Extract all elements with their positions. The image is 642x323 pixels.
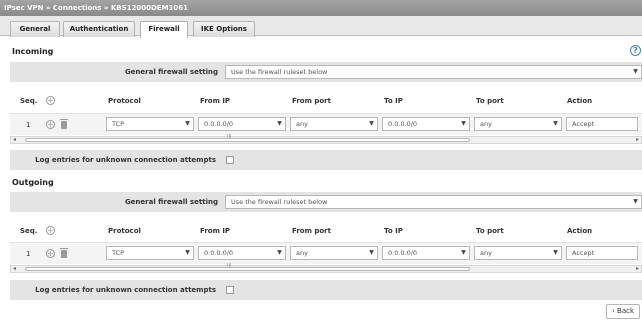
tab-general[interactable]: General xyxy=(10,21,60,37)
add-rule-icon[interactable]: + xyxy=(46,120,55,129)
incoming-col-seq: Seq. xyxy=(20,97,38,105)
scroll-right-icon[interactable]: ▸ xyxy=(636,265,639,272)
add-rule-icon[interactable]: + xyxy=(46,226,55,235)
incoming-to-ip-select[interactable]: 0.0.0.0/0 ▼ xyxy=(382,117,470,131)
incoming-from-ip-select[interactable]: 0.0.0.0/0 ▼ xyxy=(198,117,286,131)
protocol-value: TCP xyxy=(112,249,125,257)
from-ip-value: 0.0.0.0/0 xyxy=(204,249,234,257)
back-button[interactable]: ‹ Back xyxy=(606,304,640,319)
incoming-to-port-select[interactable]: any ▼ xyxy=(474,117,562,131)
breadcrumb-titlebar: IPsec VPN » Connections » KBS12000DEM106… xyxy=(0,0,642,16)
chevron-down-icon: ▼ xyxy=(273,247,285,259)
incoming-log-row: Log entries for unknown connection attem… xyxy=(10,150,642,170)
to-port-value: any xyxy=(480,120,492,128)
outgoing-log-label: Log entries for unknown connection attem… xyxy=(35,286,216,294)
chevron-left-icon: ‹ xyxy=(611,307,615,315)
incoming-general-setting-label: General firewall setting xyxy=(124,68,218,76)
outgoing-log-checkbox[interactable] xyxy=(226,286,234,294)
incoming-protocol-select[interactable]: TCP ▼ xyxy=(106,117,194,131)
chevron-down-icon: ▼ xyxy=(629,66,641,78)
scroll-left-icon[interactable]: ◂ xyxy=(13,265,16,272)
incoming-col-protocol: Protocol xyxy=(108,97,141,105)
outgoing-general-setting-value: Use the firewall ruleset below xyxy=(231,198,328,206)
outgoing-action-select[interactable]: Accept xyxy=(566,246,638,260)
outgoing-log-row: Log entries for unknown connection attem… xyxy=(10,280,642,300)
outgoing-general-setting-label: General firewall setting xyxy=(124,198,218,206)
chevron-down-icon: ▼ xyxy=(181,118,193,130)
from-ip-value: 0.0.0.0/0 xyxy=(204,120,234,128)
chevron-down-icon: ▼ xyxy=(457,247,469,259)
outgoing-to-port-select[interactable]: any ▼ xyxy=(474,246,562,260)
tab-firewall[interactable]: Firewall xyxy=(140,21,188,38)
rule-seq: 1 xyxy=(26,250,31,258)
scroll-right-icon[interactable]: ▸ xyxy=(636,136,639,143)
add-rule-icon[interactable]: + xyxy=(46,96,55,105)
scrollbar-thumb[interactable] xyxy=(25,267,470,271)
grip-icon: III xyxy=(227,134,232,140)
from-port-value: any xyxy=(296,120,308,128)
from-port-value: any xyxy=(296,249,308,257)
help-icon[interactable]: ? xyxy=(630,45,641,56)
chevron-down-icon: ▼ xyxy=(365,118,377,130)
outgoing-col-to-ip: To IP xyxy=(384,227,403,235)
outgoing-protocol-select[interactable]: TCP ▼ xyxy=(106,246,194,260)
incoming-col-to-ip: To IP xyxy=(384,97,403,105)
scroll-left-icon[interactable]: ◂ xyxy=(13,136,16,143)
trash-icon[interactable] xyxy=(60,248,68,258)
outgoing-col-seq: Seq. xyxy=(20,227,38,235)
outgoing-to-ip-select[interactable]: 0.0.0.0/0 ▼ xyxy=(382,246,470,260)
incoming-general-setting-value: Use the firewall ruleset below xyxy=(231,68,328,76)
incoming-log-checkbox[interactable] xyxy=(226,156,234,164)
tab-bar: General Authentication Firewall IKE Opti… xyxy=(0,16,642,38)
action-value: Accept xyxy=(572,249,595,257)
chevron-down-icon: ▼ xyxy=(181,247,193,259)
chevron-down-icon: ▼ xyxy=(629,196,641,208)
chevron-down-icon: ▼ xyxy=(457,118,469,130)
incoming-from-port-select[interactable]: any ▼ xyxy=(290,117,378,131)
incoming-horizontal-scrollbar[interactable]: ◂ III ▸ xyxy=(10,134,642,144)
action-value: Accept xyxy=(572,120,595,128)
outgoing-rule-row: 1 + TCP ▼ 0.0.0.0/0 ▼ any ▼ 0.0.0.0/0 ▼ any ▼… xyxy=(10,242,642,264)
outgoing-col-from-ip: From IP xyxy=(200,227,231,235)
scrollbar-thumb[interactable] xyxy=(25,138,470,142)
incoming-general-setting-select[interactable]: Use the firewall ruleset below ▼ xyxy=(225,65,642,79)
outgoing-section-title: Outgoing xyxy=(12,178,54,187)
tab-authentication[interactable]: Authentication xyxy=(63,21,135,37)
chevron-down-icon: ▼ xyxy=(549,118,561,130)
to-port-value: any xyxy=(480,249,492,257)
tab-ike-options[interactable]: IKE Options xyxy=(193,21,255,37)
incoming-log-label: Log entries for unknown connection attem… xyxy=(35,156,216,164)
trash-icon[interactable] xyxy=(60,119,68,129)
chevron-down-icon: ▼ xyxy=(365,247,377,259)
incoming-col-to-port: To port xyxy=(476,97,504,105)
grip-icon: III xyxy=(227,263,232,269)
outgoing-col-protocol: Protocol xyxy=(108,227,141,235)
chevron-down-icon: ▼ xyxy=(273,118,285,130)
outgoing-col-from-port: From port xyxy=(292,227,331,235)
outgoing-general-setting-row: General firewall setting Use the firewal… xyxy=(10,192,642,212)
incoming-rule-row: 1 + TCP ▼ 0.0.0.0/0 ▼ any ▼ 0.0.0.0/0 ▼ any ▼… xyxy=(10,113,642,135)
rule-seq: 1 xyxy=(26,121,31,129)
incoming-col-from-port: From port xyxy=(292,97,331,105)
outgoing-general-setting-select[interactable]: Use the firewall ruleset below ▼ xyxy=(225,195,642,209)
incoming-col-action: Action xyxy=(567,97,593,105)
breadcrumb: IPsec VPN » Connections » KBS12000DEM106… xyxy=(4,4,189,12)
incoming-action-select[interactable]: Accept xyxy=(566,117,638,131)
back-button-label: Back xyxy=(617,307,635,315)
outgoing-col-action: Action xyxy=(567,227,593,235)
incoming-section-title: Incoming xyxy=(12,47,54,56)
outgoing-col-to-port: To port xyxy=(476,227,504,235)
protocol-value: TCP xyxy=(112,120,125,128)
incoming-general-setting-row: General firewall setting Use the firewal… xyxy=(10,62,642,82)
outgoing-from-port-select[interactable]: any ▼ xyxy=(290,246,378,260)
to-ip-value: 0.0.0.0/0 xyxy=(388,249,418,257)
to-ip-value: 0.0.0.0/0 xyxy=(388,120,418,128)
outgoing-from-ip-select[interactable]: 0.0.0.0/0 ▼ xyxy=(198,246,286,260)
outgoing-horizontal-scrollbar[interactable]: ◂ III ▸ xyxy=(10,263,642,273)
chevron-down-icon: ▼ xyxy=(549,247,561,259)
incoming-col-from-ip: From IP xyxy=(200,97,231,105)
add-rule-icon[interactable]: + xyxy=(46,249,55,258)
